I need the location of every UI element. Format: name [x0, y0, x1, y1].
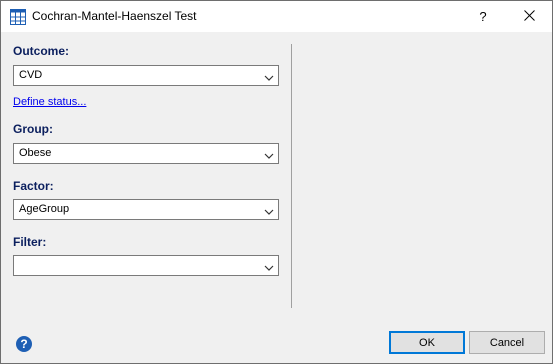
chevron-down-icon — [264, 205, 274, 215]
help-icon[interactable]: ? — [16, 336, 32, 352]
group-label: Group: — [13, 122, 53, 136]
chevron-down-icon — [264, 261, 274, 271]
ok-button[interactable]: OK — [389, 331, 465, 354]
filter-label: Filter: — [13, 235, 47, 249]
outcome-value: CVD — [19, 69, 43, 81]
table-chart-icon — [10, 9, 26, 25]
chevron-down-icon — [264, 71, 274, 81]
vertical-divider — [291, 44, 292, 308]
title-bar: Cochran-Mantel-Haenszel Test ? — [1, 1, 552, 32]
factor-value: AgeGroup — [19, 203, 70, 215]
group-dropdown[interactable]: Obese — [13, 143, 279, 164]
dialog-window: Cochran-Mantel-Haenszel Test ? Outcome: … — [0, 0, 553, 364]
factor-dropdown[interactable]: AgeGroup — [13, 199, 279, 220]
close-button[interactable] — [506, 1, 552, 32]
window-title: Cochran-Mantel-Haenszel Test — [32, 9, 197, 23]
filter-dropdown[interactable] — [13, 255, 279, 276]
cancel-button[interactable]: Cancel — [469, 331, 545, 354]
group-value: Obese — [19, 147, 52, 159]
outcome-dropdown[interactable]: CVD — [13, 65, 279, 86]
define-status-link[interactable]: Define status... — [13, 96, 86, 108]
title-help-button[interactable]: ? — [460, 1, 506, 32]
outcome-label: Outcome: — [13, 44, 70, 58]
factor-label: Factor: — [13, 179, 54, 193]
close-icon — [523, 9, 535, 24]
chevron-down-icon — [264, 149, 274, 159]
